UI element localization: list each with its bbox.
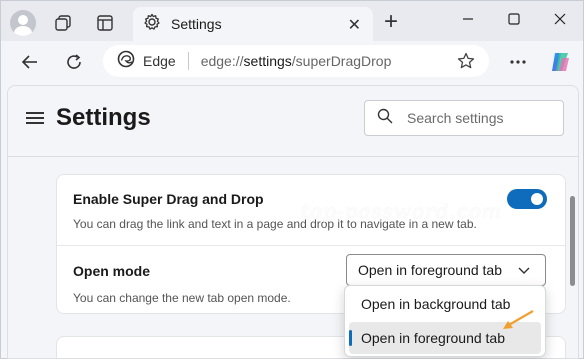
super-drag-title: Enable Super Drag and Drop (73, 191, 264, 207)
annotation-arrow-icon (501, 309, 535, 336)
open-mode-description: You can change the new tab open mode. (73, 291, 291, 305)
maximize-button[interactable] (491, 1, 537, 37)
close-tab-icon[interactable]: ✕ (348, 15, 361, 35)
tab-settings[interactable]: Settings ✕ (133, 7, 373, 41)
search-icon (377, 108, 393, 129)
edge-logo-icon (117, 50, 135, 73)
back-button[interactable] (15, 47, 45, 77)
profile-avatar[interactable] (9, 9, 37, 37)
watermark: top-password.com (301, 199, 502, 223)
page-title: Settings (56, 104, 151, 131)
address-separator (187, 52, 189, 70)
navigation-bar: Edge edge://settings/superDragDrop (1, 41, 583, 83)
minimize-button[interactable] (445, 1, 491, 37)
more-options-icon[interactable] (503, 47, 533, 77)
super-drag-toggle[interactable] (507, 189, 547, 209)
open-mode-selected-value: Open in foreground tab (358, 262, 502, 278)
url-text: edge://settings/superDragDrop (200, 53, 392, 69)
title-bar: Settings ✕ + (1, 1, 583, 41)
refresh-button[interactable] (59, 47, 89, 77)
vertical-tabs-icon[interactable] (91, 9, 119, 37)
close-window-button[interactable] (537, 1, 583, 37)
copilot-icon[interactable] (545, 47, 575, 77)
gear-icon (143, 13, 161, 36)
open-mode-select[interactable]: Open in foreground tab (346, 254, 546, 286)
workspaces-icon[interactable] (49, 9, 77, 37)
chevron-down-icon (517, 263, 531, 280)
favorite-star-icon[interactable] (457, 52, 475, 75)
open-mode-title: Open mode (73, 263, 151, 279)
hamburger-menu-icon[interactable] (26, 112, 44, 126)
browser-window: Settings ✕ + Edge edge://settings/superD… (0, 0, 584, 359)
new-tab-button[interactable]: + (377, 9, 405, 37)
header-divider (8, 156, 578, 157)
row-divider (57, 245, 565, 246)
scrollbar-thumb[interactable] (570, 196, 575, 286)
address-bar-brand: Edge (143, 53, 176, 69)
search-input[interactable] (407, 110, 557, 126)
search-box[interactable] (364, 100, 564, 136)
address-bar[interactable]: Edge edge://settings/superDragDrop (103, 45, 489, 77)
tab-title: Settings (171, 16, 222, 32)
